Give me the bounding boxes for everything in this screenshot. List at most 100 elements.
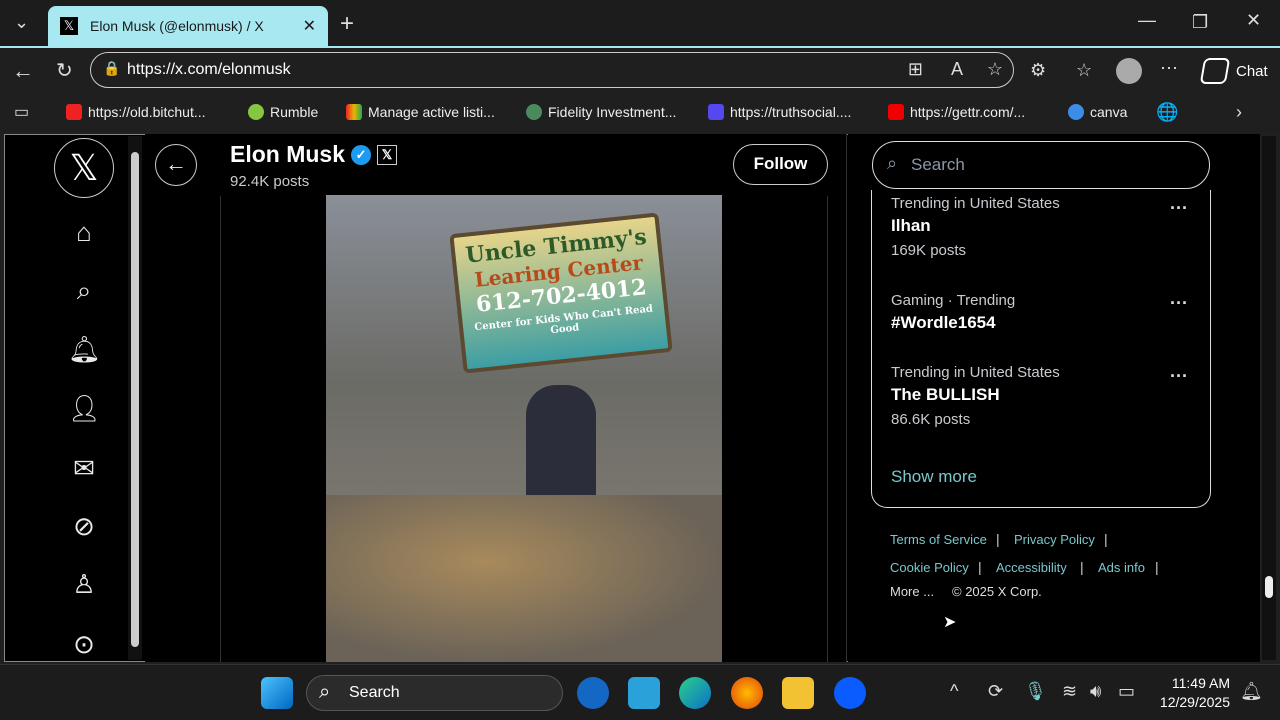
separator: | bbox=[996, 531, 1000, 547]
battery-icon[interactable]: ▭ bbox=[1118, 681, 1135, 702]
posts-count: 92.4K posts bbox=[230, 173, 310, 190]
url-input[interactable]: 🔒 https://x.com/elonmusk ⊞ A ☆ bbox=[90, 52, 1014, 88]
trend-name: Ilhan bbox=[891, 216, 931, 235]
back-icon[interactable]: ← bbox=[12, 58, 34, 84]
right-scrollbar[interactable] bbox=[1262, 136, 1276, 660]
trend-count: 86.6K posts bbox=[891, 411, 971, 428]
bookmark-gettr[interactable]: https://gettr.com/... bbox=[888, 104, 1025, 120]
microphone-location-icon[interactable]: 🎙︎ bbox=[1024, 681, 1047, 702]
bookmark-bitchute[interactable]: https://old.bitchut... bbox=[66, 104, 206, 120]
clock-time[interactable]: 11:49 AM bbox=[1158, 675, 1230, 691]
more-circle-icon[interactable]: ⊙ bbox=[68, 628, 100, 660]
search-icon: ⌕ bbox=[319, 681, 331, 703]
favorites-icon[interactable]: ☆ bbox=[1076, 60, 1092, 81]
trend-more-icon[interactable]: ··· bbox=[1170, 366, 1188, 387]
extensions-icon[interactable]: ⚙ bbox=[1030, 60, 1046, 81]
x-logo-icon[interactable]: 𝕏 bbox=[54, 138, 114, 198]
search-icon: ⌕ bbox=[887, 153, 898, 173]
app-available-icon[interactable]: ⊞ bbox=[908, 59, 923, 80]
trend-item[interactable]: Trending in United States The BULLISH 86… bbox=[891, 364, 1060, 428]
show-hidden-icons-chevron[interactable]: ^ bbox=[950, 681, 958, 702]
bookmarks-bar: ▭ https://old.bitchut... Rumble Manage a… bbox=[0, 94, 1280, 132]
copilot-chat-button[interactable]: Chat bbox=[1236, 63, 1268, 80]
close-window-icon[interactable]: ✕ bbox=[1246, 10, 1261, 31]
copilot-icon[interactable] bbox=[1199, 58, 1231, 84]
notifications-bell-icon[interactable]: 🔔︎ bbox=[68, 333, 101, 365]
gettr-icon bbox=[888, 104, 904, 120]
bookmark-label: canva bbox=[1090, 104, 1128, 120]
bookmark-truthsocial[interactable]: https://truthsocial.... bbox=[708, 104, 851, 120]
left-scrollbar[interactable] bbox=[128, 136, 142, 660]
bookmark-label: https://gettr.com/... bbox=[910, 104, 1026, 120]
bookmark-fidelity[interactable]: Fidelity Investment... bbox=[526, 104, 676, 120]
back-arrow-icon[interactable]: ← bbox=[155, 144, 197, 186]
trend-name: The BULLISH bbox=[891, 385, 1000, 404]
firefox-app-icon[interactable] bbox=[731, 677, 763, 709]
cookie-link[interactable]: Cookie Policy bbox=[890, 560, 969, 575]
more-link[interactable]: More ... bbox=[890, 584, 934, 599]
clock-date[interactable]: 12/29/2025 bbox=[1150, 694, 1230, 710]
truthsocial-icon bbox=[708, 104, 724, 120]
hp-app-icon[interactable] bbox=[577, 677, 609, 709]
separator: | bbox=[1104, 531, 1108, 547]
messages-envelope-icon[interactable]: ✉ bbox=[68, 452, 100, 484]
trend-more-icon[interactable]: ··· bbox=[1170, 198, 1188, 219]
site-info-icon[interactable]: 🔒 bbox=[103, 60, 120, 77]
separator: | bbox=[978, 559, 982, 575]
tab-actions-icon[interactable]: ▭ bbox=[14, 102, 29, 122]
wifi-icon[interactable]: ≋ bbox=[1062, 681, 1077, 702]
scrollbar-thumb[interactable] bbox=[1265, 576, 1273, 598]
close-tab-icon[interactable]: ✕ bbox=[303, 16, 316, 36]
search-input[interactable]: ⌕ Search bbox=[872, 141, 1210, 189]
sync-icon[interactable]: ⟳ bbox=[988, 681, 1003, 702]
zoom-app-icon[interactable] bbox=[834, 677, 866, 709]
trend-item[interactable]: Trending in United States Ilhan 169K pos… bbox=[891, 195, 1060, 259]
trend-more-icon[interactable]: ··· bbox=[1170, 293, 1188, 314]
windows-start-icon[interactable] bbox=[261, 677, 293, 709]
image-sign: Uncle Timmy's Learing Center 612-702-401… bbox=[449, 212, 673, 374]
profile-avatar[interactable] bbox=[1116, 58, 1142, 84]
bookmark-label: https://old.bitchut... bbox=[88, 104, 206, 120]
volume-icon[interactable]: 🔊︎ bbox=[1090, 681, 1101, 702]
more-menu-icon[interactable]: ⋯ bbox=[1160, 58, 1178, 79]
globe-icon[interactable]: 🌐 bbox=[1156, 102, 1178, 123]
refresh-icon[interactable]: ↻ bbox=[56, 58, 73, 83]
trend-count: 169K posts bbox=[891, 242, 967, 259]
tab-active[interactable]: 𝕏 Elon Musk (@elonmusk) / X ✕ bbox=[48, 6, 328, 46]
post-image[interactable]: Uncle Timmy's Learing Center 612-702-401… bbox=[326, 195, 722, 662]
add-favorite-icon[interactable]: ☆ bbox=[987, 59, 1003, 80]
bookmark-manage-listings[interactable]: Manage active listi... bbox=[346, 104, 495, 120]
canva-icon bbox=[1068, 104, 1084, 120]
bookmark-rumble[interactable]: Rumble bbox=[248, 104, 318, 120]
x-favicon-icon: 𝕏 bbox=[60, 17, 78, 35]
grok-icon[interactable]: ⊘ bbox=[68, 510, 100, 542]
new-tab-icon[interactable]: + bbox=[340, 10, 354, 38]
privacy-link[interactable]: Privacy Policy bbox=[1014, 532, 1095, 547]
trend-item[interactable]: Gaming · Trending #Wordle1654 bbox=[891, 292, 1015, 333]
terms-link[interactable]: Terms of Service bbox=[890, 532, 987, 547]
ads-info-link[interactable]: Ads info bbox=[1098, 560, 1145, 575]
taskbar-search[interactable]: ⌕ Search bbox=[306, 675, 563, 711]
profile-header: Elon Musk ✓ 𝕏 bbox=[230, 141, 398, 168]
search-placeholder: Search bbox=[911, 155, 965, 174]
bookmarks-more-chevron-icon[interactable]: › bbox=[1236, 102, 1242, 123]
show-more-link[interactable]: Show more bbox=[891, 467, 977, 487]
tips-app-icon[interactable] bbox=[628, 677, 660, 709]
home-icon[interactable]: ⌂ bbox=[68, 216, 100, 248]
accessibility-link[interactable]: Accessibility bbox=[996, 560, 1067, 575]
profile-icon[interactable]: ♙ bbox=[68, 568, 100, 600]
edge-app-icon[interactable] bbox=[679, 677, 711, 709]
follow-button[interactable]: Follow bbox=[733, 144, 828, 185]
bookmark-canva[interactable]: canva bbox=[1068, 104, 1127, 120]
follow-person-plus-icon[interactable]: 👤︎ bbox=[68, 392, 101, 424]
tab-list-chevron-icon[interactable]: ⌄ bbox=[14, 12, 29, 33]
notifications-icon[interactable]: 🔔︎ bbox=[1240, 681, 1263, 702]
scrollbar-thumb[interactable] bbox=[131, 152, 139, 647]
profile-name: Elon Musk bbox=[230, 141, 346, 167]
file-explorer-icon[interactable] bbox=[782, 677, 814, 709]
minimize-icon[interactable]: — bbox=[1138, 10, 1156, 31]
restore-icon[interactable]: ❐ bbox=[1192, 12, 1208, 33]
read-aloud-icon[interactable]: A bbox=[951, 59, 963, 80]
explore-search-icon[interactable]: ⌕ bbox=[68, 274, 100, 306]
ebay-icon bbox=[346, 104, 362, 120]
